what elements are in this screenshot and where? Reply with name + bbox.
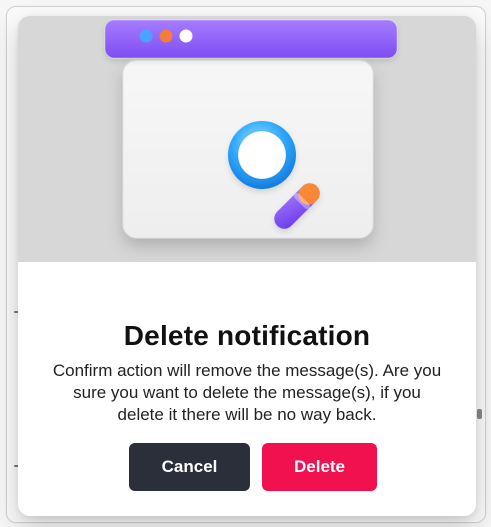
- background-ui-fragment: [477, 409, 482, 419]
- magnifying-glass-window-icon: [104, 19, 398, 239]
- modal-title: Delete notification: [123, 320, 371, 351]
- window-traffic-lights: [139, 29, 193, 43]
- delete-notification-modal: Delete notification Confirm action will …: [18, 16, 476, 516]
- cancel-button[interactable]: Cancel: [129, 443, 250, 491]
- window-dot-white-icon: [179, 29, 193, 43]
- modal-illustration: [18, 16, 476, 262]
- window-dot-blue-icon: [139, 29, 153, 43]
- modal-body: Delete notification Confirm action will …: [18, 262, 476, 516]
- modal-message: Confirm action will remove the message(s…: [52, 361, 442, 424]
- window-search-illustration: [18, 16, 476, 262]
- window-dot-orange-icon: [159, 29, 173, 43]
- delete-button[interactable]: Delete: [262, 443, 377, 491]
